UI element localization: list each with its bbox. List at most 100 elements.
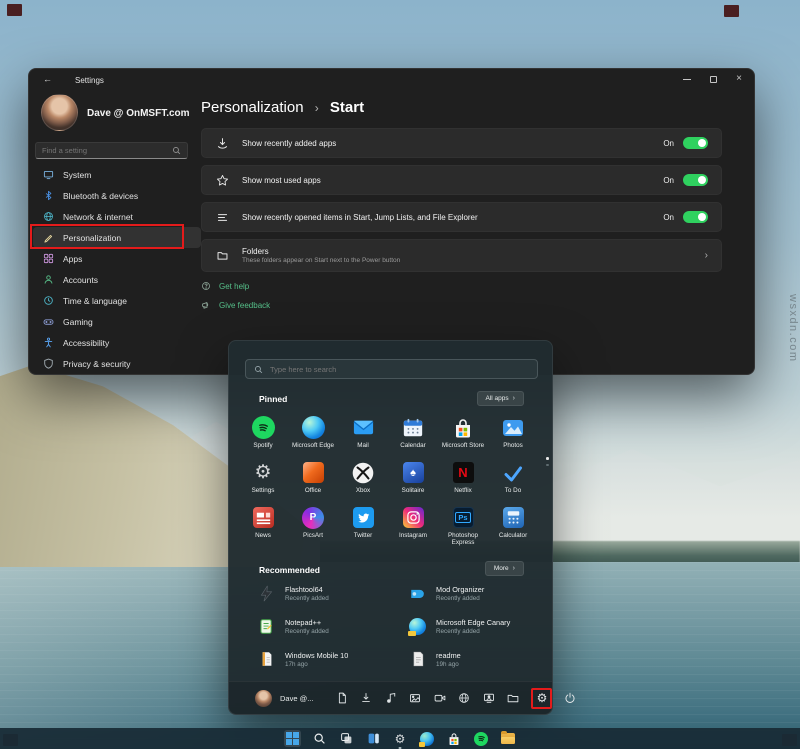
app-tile-office[interactable]: Office (288, 458, 338, 503)
page-title: Start (330, 99, 364, 116)
document-orange-icon (257, 650, 276, 669)
documents-icon[interactable] (335, 692, 348, 705)
app-tile-edge[interactable]: Microsoft Edge (288, 413, 338, 458)
settings-search-input[interactable] (42, 146, 172, 155)
sidebar-item-label: Privacy & security (63, 359, 131, 369)
system-icon (43, 169, 54, 180)
personal-folder-icon[interactable] (482, 692, 495, 705)
taskbar-edge-button[interactable] (419, 730, 436, 747)
give-feedback-link[interactable]: Give feedback (201, 300, 722, 310)
give-feedback-label: Give feedback (219, 301, 270, 310)
app-tile-calculator[interactable]: Calculator (488, 503, 538, 548)
all-apps-button[interactable]: All apps › (477, 391, 524, 406)
toggle-switch[interactable] (683, 211, 708, 223)
maximize-button[interactable] (710, 76, 717, 83)
clock-icon (43, 295, 54, 306)
network-icon[interactable] (458, 692, 471, 705)
setting-row-recently-added: Show recently added apps On (201, 128, 722, 158)
app-tile-photos[interactable]: Photos (488, 413, 538, 458)
music-icon[interactable] (384, 692, 397, 705)
app-tile-spotify[interactable]: Spotify (238, 413, 288, 458)
videos-icon[interactable] (433, 692, 446, 705)
canary-badge (408, 631, 416, 636)
sidebar-item-time-language[interactable]: Time & language (33, 290, 201, 311)
start-button[interactable] (284, 730, 301, 747)
get-help-link[interactable]: Get help (201, 281, 722, 291)
power-button[interactable] (564, 692, 577, 705)
app-label: PicsArt (303, 532, 323, 539)
app-tile-solitaire[interactable]: Solitaire (388, 458, 438, 503)
sidebar-item-apps[interactable]: Apps (33, 248, 201, 269)
start-search-box[interactable] (245, 359, 538, 379)
gamepad-icon (43, 316, 54, 327)
recommended-item-flashtool[interactable]: Flashtool64Recently added (257, 581, 408, 605)
recommended-item-notepadpp[interactable]: Notepad++Recently added (257, 614, 408, 638)
app-tile-store[interactable]: Microsoft Store (438, 413, 488, 458)
sidebar-item-privacy[interactable]: Privacy & security (33, 353, 201, 374)
recommended-item-windows-mobile[interactable]: Windows Mobile 1017h ago (257, 647, 408, 671)
sidebar-item-gaming[interactable]: Gaming (33, 311, 201, 332)
notepad-plus-icon (257, 617, 276, 636)
footer-user-name[interactable]: Dave @... (280, 694, 313, 703)
recommended-item-mod-organizer[interactable]: Mod OrganizerRecently added (408, 581, 556, 605)
app-tile-calendar[interactable]: Calendar (388, 413, 438, 458)
personalization-icon (43, 232, 54, 243)
breadcrumb-separator: › (315, 101, 319, 115)
back-button[interactable] (43, 74, 52, 84)
picsart-icon (302, 507, 324, 529)
taskbar-file-explorer-button[interactable] (500, 730, 517, 747)
app-tile-xbox[interactable]: Xbox (338, 458, 388, 503)
task-view-button[interactable] (338, 730, 355, 747)
toggle-switch[interactable] (683, 174, 708, 186)
app-tile-todo[interactable]: To Do (488, 458, 538, 503)
recommended-item-readme[interactable]: readme19h ago (408, 647, 556, 671)
sidebar-item-network[interactable]: Network & internet (33, 206, 201, 227)
taskbar-spotify-button[interactable] (473, 730, 490, 747)
breadcrumb-parent[interactable]: Personalization (201, 99, 304, 116)
app-label: Mail (357, 442, 369, 449)
chevron-right-icon: › (705, 250, 708, 261)
recommended-meta: 19h ago (436, 661, 461, 668)
widgets-button[interactable] (365, 730, 382, 747)
folders-icon (215, 249, 229, 263)
minimize-button[interactable] (683, 79, 691, 80)
app-tile-netflix[interactable]: Netflix (438, 458, 488, 503)
edge-canary-icon (408, 617, 427, 636)
recommended-meta: Recently added (285, 628, 329, 635)
pictures-icon[interactable] (409, 692, 422, 705)
app-tile-instagram[interactable]: Instagram (388, 503, 438, 548)
sidebar-item-system[interactable]: System (33, 164, 201, 185)
app-tile-settings[interactable]: Settings (238, 458, 288, 503)
settings-search-box[interactable] (35, 142, 188, 159)
more-button[interactable]: More › (485, 561, 524, 576)
settings-icon[interactable] (535, 692, 548, 705)
sidebar-item-personalization[interactable]: Personalization (33, 227, 201, 248)
app-tile-twitter[interactable]: Twitter (338, 503, 388, 548)
avatar[interactable] (41, 94, 78, 131)
calendar-icon (401, 415, 426, 440)
setting-row-folders[interactable]: Folders These folders appear on Start ne… (201, 239, 722, 272)
recommended-item-edge-canary[interactable]: Microsoft Edge CanaryRecently added (408, 614, 556, 638)
avatar[interactable] (255, 690, 272, 707)
sidebar-item-bluetooth[interactable]: Bluetooth & devices (33, 185, 201, 206)
app-tile-picsart[interactable]: PicsArt (288, 503, 338, 548)
pinned-pagination-dots[interactable] (546, 457, 549, 466)
sidebar-item-accounts[interactable]: Accounts (33, 269, 201, 290)
lock-badge (419, 742, 425, 747)
downloads-icon[interactable] (360, 692, 373, 705)
sidebar-item-accessibility[interactable]: Accessibility (33, 332, 201, 353)
app-tile-photoshop-express[interactable]: Photoshop Express (438, 503, 488, 548)
toggle-switch[interactable] (683, 137, 708, 149)
close-button[interactable] (736, 74, 742, 84)
app-tile-news[interactable]: News (238, 503, 288, 548)
start-search-input[interactable] (270, 365, 529, 374)
app-tile-mail[interactable]: Mail (338, 413, 388, 458)
taskbar-settings-button[interactable] (392, 730, 409, 747)
recommended-name: Microsoft Edge Canary (436, 618, 510, 627)
taskbar-store-button[interactable] (446, 730, 463, 747)
recommended-name: Mod Organizer (436, 585, 484, 594)
taskbar-search-button[interactable] (311, 730, 328, 747)
edge-icon (302, 416, 325, 439)
file-explorer-icon[interactable] (507, 692, 520, 705)
toggle-state-label: On (663, 176, 674, 185)
